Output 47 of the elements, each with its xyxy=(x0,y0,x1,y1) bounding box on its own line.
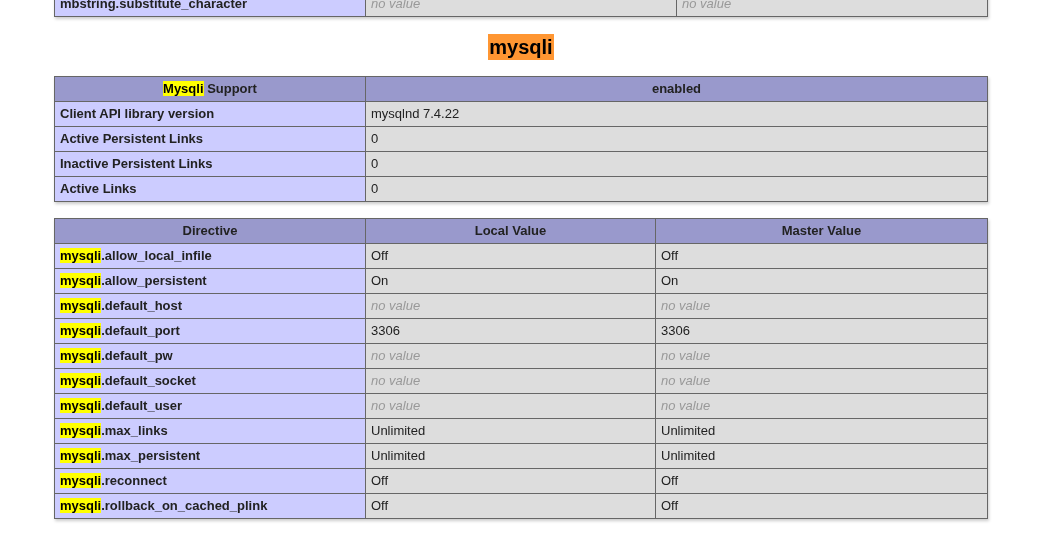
directive-cell: mysqli.default_pw xyxy=(54,343,366,369)
table-cell: On xyxy=(365,268,656,294)
table-cell: no value xyxy=(365,343,656,369)
directive-cell: mysqli.default_host xyxy=(54,293,366,319)
table-cell: no value xyxy=(655,343,988,369)
table-cell: mysqlnd 7.4.22 xyxy=(365,101,988,127)
table-cell: 0 xyxy=(365,126,988,152)
directive-cell: mysqli.allow_persistent xyxy=(54,268,366,294)
column-header: Local Value xyxy=(365,218,656,244)
table-cell: 0 xyxy=(365,176,988,202)
table-cell: no value xyxy=(655,393,988,419)
table-cell: Off xyxy=(655,243,988,269)
column-header: Directive xyxy=(54,218,366,244)
directive-cell: mysqli.max_links xyxy=(54,418,366,444)
table-cell: no value xyxy=(365,293,656,319)
table-cell: Unlimited xyxy=(655,443,988,469)
directive-cell: mysqli.rollback_on_cached_plink xyxy=(54,493,366,519)
directive-cell: mysqli.allow_local_infile xyxy=(54,243,366,269)
table-cell: On xyxy=(655,268,988,294)
table-cell: no value xyxy=(365,368,656,394)
directive-cell: mysqli.default_port xyxy=(54,318,366,344)
directive-cell: mysqli.reconnect xyxy=(54,468,366,494)
table-cell: Off xyxy=(365,243,656,269)
table-cell: 3306 xyxy=(365,318,656,344)
table-cell: Unlimited xyxy=(655,418,988,444)
directive-cell: mysqli.default_socket xyxy=(54,368,366,394)
section-title: mysqli xyxy=(488,34,554,60)
directive-cell: mysqli.max_persistent xyxy=(54,443,366,469)
row-label: Active Persistent Links xyxy=(54,126,366,152)
column-header: Mysqli Support xyxy=(54,76,366,102)
table-cell: no value xyxy=(655,293,988,319)
table-cell: Off xyxy=(655,468,988,494)
row-label: Client API library version xyxy=(54,101,366,127)
table-cell: Unlimited xyxy=(365,418,656,444)
directive-cell: mysqli.default_user xyxy=(54,393,366,419)
table-cell: Off xyxy=(365,493,656,519)
table-cell: 3306 xyxy=(655,318,988,344)
column-header: enabled xyxy=(365,76,988,102)
table-cell: Off xyxy=(655,493,988,519)
row-label: Inactive Persistent Links xyxy=(54,151,366,177)
table-cell: Off xyxy=(365,468,656,494)
table-cell: no value xyxy=(365,393,656,419)
table-cell: Unlimited xyxy=(365,443,656,469)
row-label: Active Links xyxy=(54,176,366,202)
table-cell: no value xyxy=(655,368,988,394)
table-cell: 0 xyxy=(365,151,988,177)
column-header: Master Value xyxy=(655,218,988,244)
